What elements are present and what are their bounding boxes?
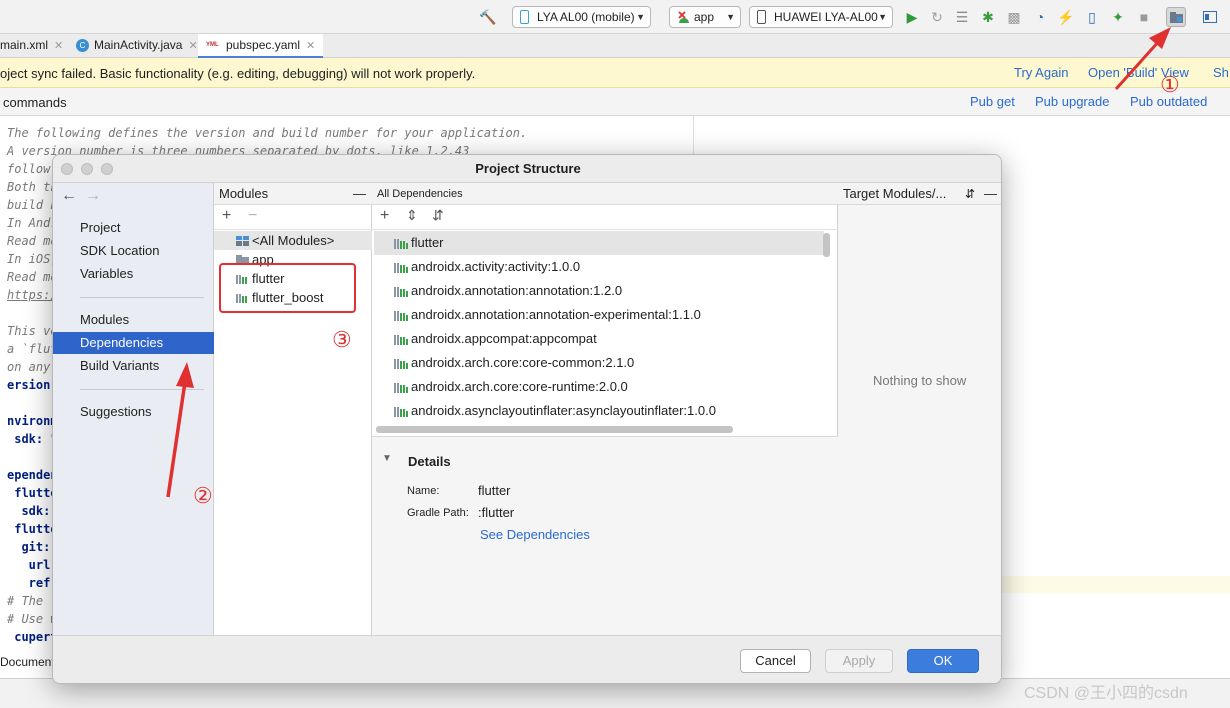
- annotation-two: ②: [193, 483, 213, 508]
- watermark: CSDN @王小四的csdn: [1024, 685, 1188, 702]
- annotation-arrow-two: [166, 362, 194, 498]
- annotation-one: ①: [1160, 72, 1180, 97]
- annotation-arrows: [166, 27, 1171, 498]
